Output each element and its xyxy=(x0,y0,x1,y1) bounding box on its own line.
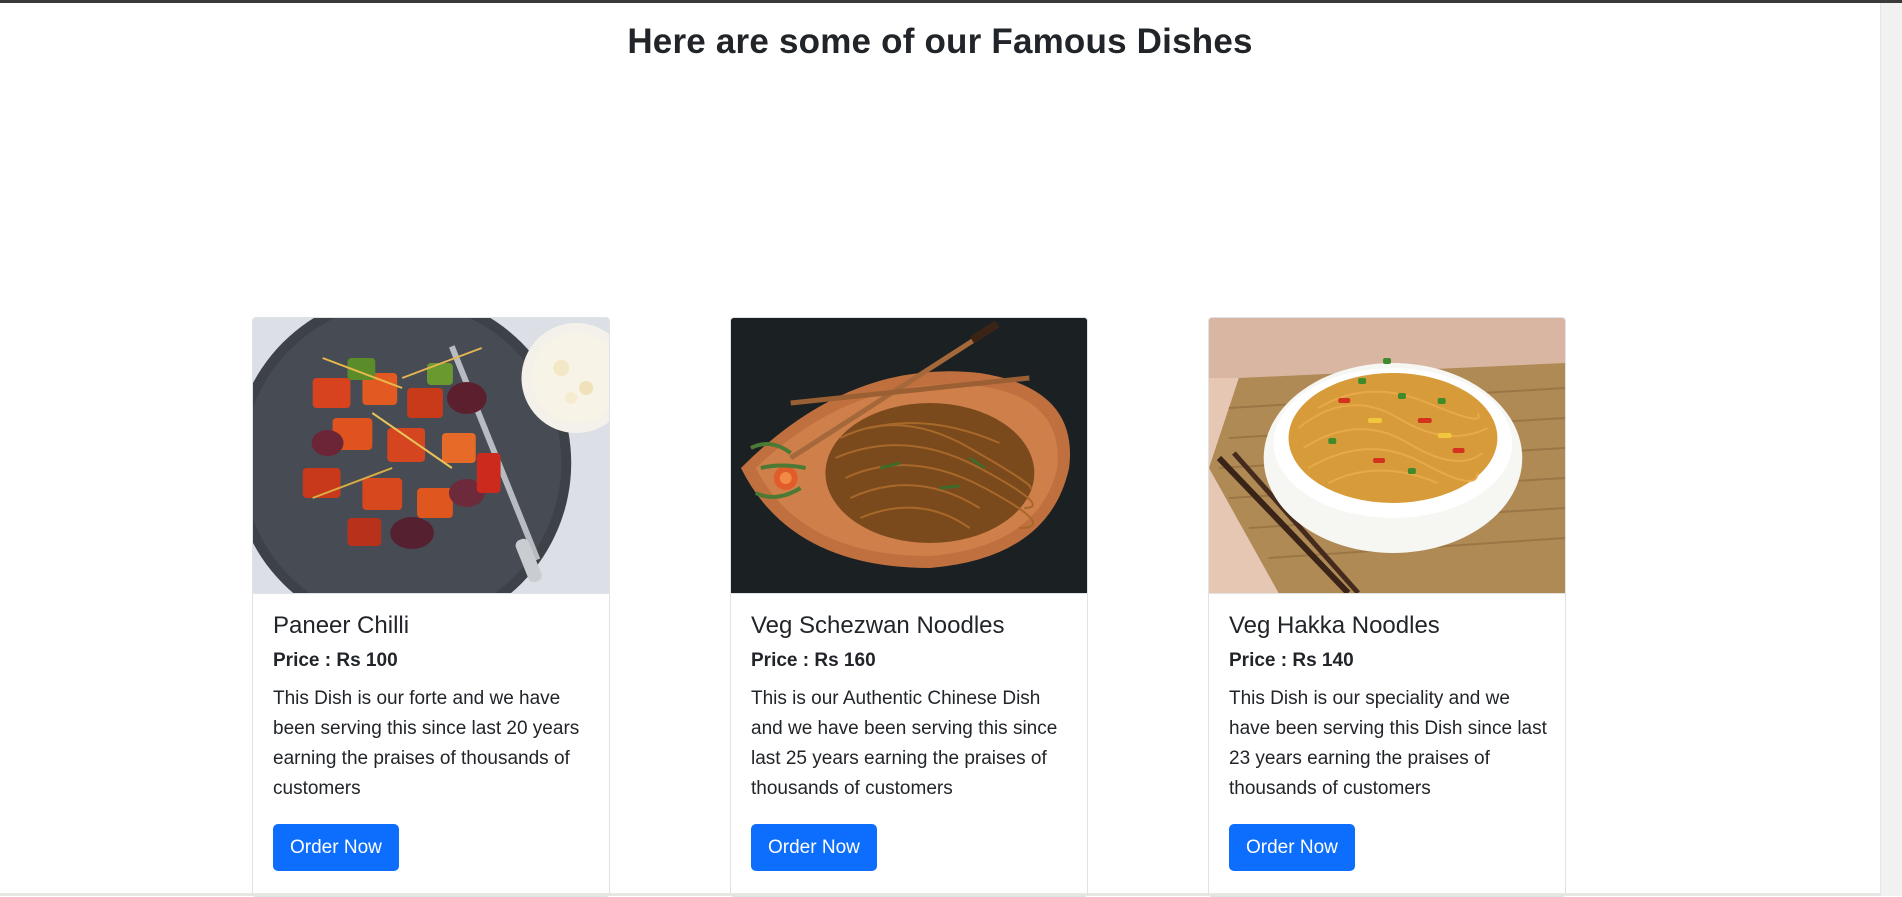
page: Here are some of our Famous Dishes Panee… xyxy=(0,0,1880,897)
dish-price: Price : Rs 160 xyxy=(751,650,876,671)
dish-card-veg-schezwan-noodles: Veg Schezwan Noodles Price : Rs 160 This… xyxy=(730,317,1088,897)
dish-price: Price : Rs 140 xyxy=(1229,650,1354,671)
dish-card-veg-hakka-noodles: Veg Hakka Noodles Price : Rs 140 This Di… xyxy=(1208,317,1566,897)
hakka-noodles-image xyxy=(1209,318,1565,594)
dish-description: This Dish is our forte and we have been … xyxy=(273,688,580,799)
schezwan-noodles-image xyxy=(731,318,1087,594)
dish-description: This Dish is our speciality and we have … xyxy=(1229,688,1547,799)
order-now-button[interactable]: Order Now xyxy=(751,824,877,871)
vertical-scrollbar[interactable] xyxy=(1880,3,1902,896)
dish-price: Price : Rs 100 xyxy=(273,650,398,671)
dish-title: Veg Schezwan Noodles xyxy=(751,612,1005,639)
section-heading: Here are some of our Famous Dishes xyxy=(627,22,1253,61)
order-now-button[interactable]: Order Now xyxy=(1229,824,1355,871)
dish-title: Paneer Chilli xyxy=(273,612,410,639)
dish-description: This is our Authentic Chinese Dish and w… xyxy=(751,688,1058,799)
order-now-button[interactable]: Order Now xyxy=(273,824,399,871)
dish-card-paneer-chilli: Paneer Chilli Price : Rs 100 This Dish i… xyxy=(252,317,610,897)
dish-title: Veg Hakka Noodles xyxy=(1229,612,1440,639)
paneer-chilli-image xyxy=(253,318,609,594)
